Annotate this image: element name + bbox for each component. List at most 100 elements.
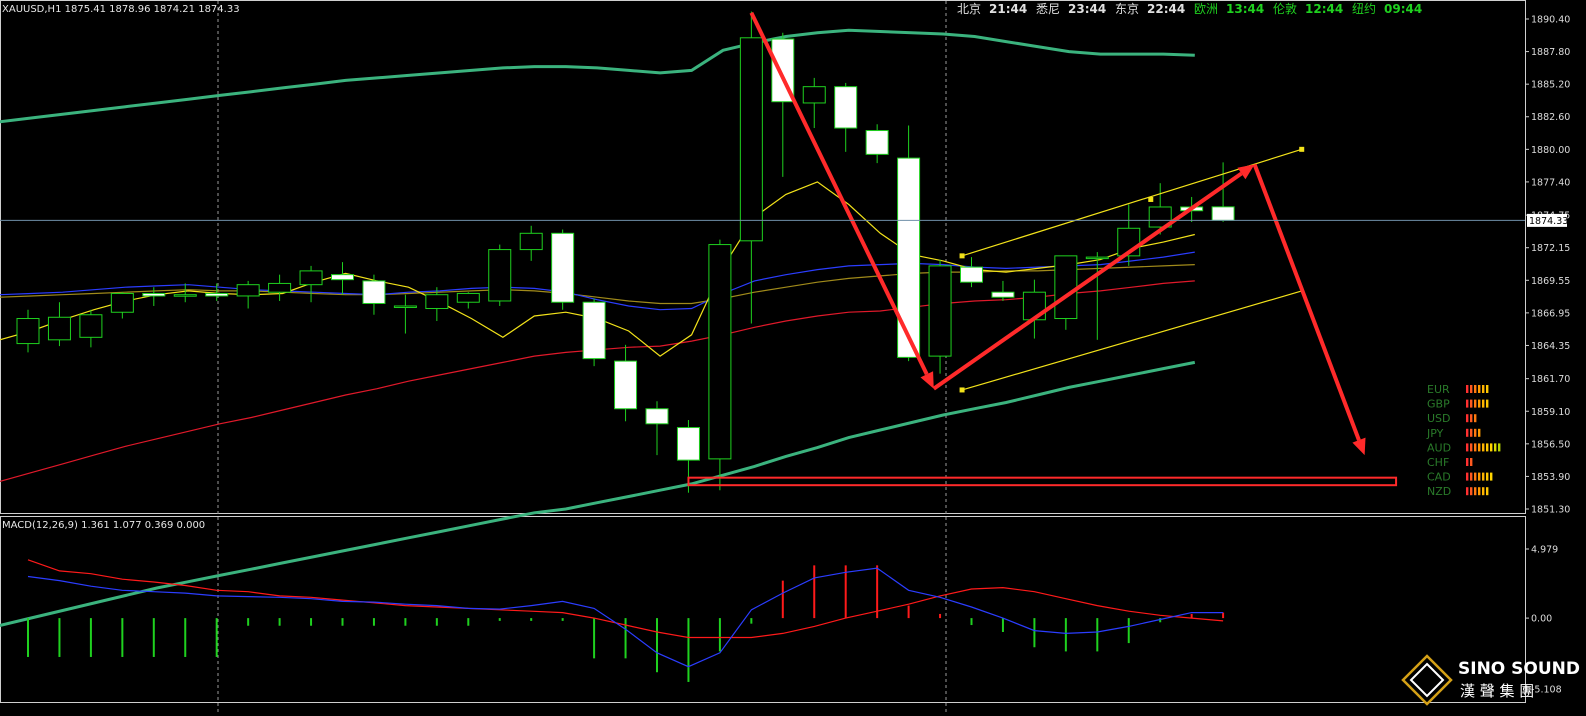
currency-code: JPY: [1426, 427, 1444, 440]
bollinger-upper-line: [0, 28, 1195, 124]
macd-pane-frame: [0, 516, 1526, 703]
session-time: 21:44: [989, 2, 1027, 16]
session-city: 东京: [1115, 2, 1139, 16]
candle-body: [110, 292, 134, 313]
current-price-label: 1874.33: [1529, 216, 1568, 227]
price-axis-label: 1869.55: [1531, 276, 1570, 287]
candle: [991, 280, 1015, 301]
candle: [802, 77, 826, 129]
candle: [614, 344, 638, 422]
candle: [519, 225, 543, 261]
session-time: 13:44: [1226, 2, 1264, 16]
strength-bar: [1466, 458, 1469, 466]
candle: [739, 11, 763, 324]
strength-bar: [1466, 428, 1469, 437]
candle: [16, 309, 40, 353]
strength-bar: [1470, 428, 1473, 437]
candle: [834, 82, 858, 152]
candle-body: [456, 292, 480, 303]
strength-bar: [1474, 487, 1477, 496]
session-time: 09:44: [1384, 2, 1422, 16]
candle-body: [205, 292, 229, 297]
strength-bar: [1486, 472, 1489, 481]
chart-canvas: 1890.40 1887.80 1885.20 1882.60 1880.00 1877.…: [0, 0, 1580, 712]
session-clocks: 北京 21:44 悉尼 23:44 东京 22:44 欧洲 13:44 伦敦 1…: [957, 1, 1422, 16]
candle: [928, 259, 952, 374]
candle-body: [519, 232, 543, 251]
strength-bar: [1466, 443, 1469, 452]
price-axis-label: 1882.60: [1531, 112, 1570, 123]
price-axis-label: 1877.40: [1531, 177, 1570, 188]
strength-bar: [1490, 443, 1493, 452]
strength-bar: [1470, 443, 1473, 452]
price-axis-label: 1880.00: [1531, 145, 1570, 156]
strength-bar: [1486, 385, 1489, 393]
price-axis-label: 1885.20: [1531, 80, 1570, 91]
strength-bar: [1486, 443, 1489, 452]
candle: [79, 309, 103, 348]
macd-axis-label: 0.00: [1531, 614, 1552, 625]
price-axis-label: 1890.40: [1531, 15, 1570, 26]
strength-bar: [1478, 472, 1481, 481]
price-axis-label: 1872.15: [1531, 243, 1570, 254]
candle: [488, 244, 512, 306]
candle: [331, 262, 354, 295]
candle-body: [268, 282, 292, 293]
strength-bar: [1466, 399, 1469, 408]
candle: [708, 239, 732, 491]
strength-bar: [1494, 443, 1497, 452]
candle: [1022, 279, 1046, 339]
candle-body: [551, 232, 575, 303]
candle-body: [236, 284, 260, 297]
candle: [865, 124, 889, 164]
logo-cn-name: 漢 聲 集 團: [1460, 682, 1534, 700]
price-axis-label: 1853.90: [1531, 472, 1570, 483]
candle: [771, 32, 795, 177]
candle: [897, 125, 921, 362]
candle: [299, 265, 323, 303]
macd-axis-label: -5.108: [1531, 685, 1562, 696]
strength-bar: [1482, 399, 1485, 408]
currency-code: AUD: [1427, 441, 1451, 454]
candle-body: [331, 274, 354, 281]
session-time: 22:44: [1147, 2, 1185, 16]
trend-arrow-head-icon: [1237, 164, 1255, 180]
strength-bar: [1474, 385, 1477, 393]
currency-code: GBP: [1427, 398, 1450, 411]
price-axis-label: 1861.70: [1531, 374, 1570, 385]
candle-body: [960, 266, 983, 283]
currency-strength-meter: EUR GBPUSD JPYAUD CHF CADNZD: [1426, 383, 1501, 498]
candle-body: [1054, 255, 1078, 320]
strength-bar: [1478, 443, 1481, 452]
session-city: 纽约: [1352, 1, 1376, 16]
symbol-info: XAUUSD,H1 1875.41 1878.96 1874.21 1874.3…: [2, 4, 240, 15]
strength-bar: [1482, 443, 1485, 452]
candle: [582, 298, 606, 367]
strength-bar: [1470, 385, 1473, 393]
strength-bar: [1466, 472, 1469, 481]
candle: [110, 292, 134, 319]
candle-body: [393, 305, 417, 308]
trading-chart: 1890.40 1887.80 1885.20 1882.60 1880.00 1877.…: [0, 0, 1586, 712]
candle-body: [708, 244, 732, 460]
strength-bar: [1486, 487, 1489, 496]
price-axis-label: 1851.30: [1531, 505, 1570, 516]
ma-blue-line: [0, 251, 1195, 311]
candle: [236, 280, 260, 309]
candle: [362, 274, 386, 315]
candle-body: [79, 314, 103, 338]
candle-body: [1211, 206, 1235, 221]
candle-body: [897, 157, 921, 358]
bollinger-lower-line: [0, 360, 1196, 627]
candle-body: [582, 301, 606, 360]
price-axis-label: 1887.80: [1531, 47, 1570, 58]
strength-bar: [1474, 443, 1477, 452]
candle-body: [1085, 256, 1109, 260]
candle-body: [16, 318, 40, 345]
session-city: 北京: [957, 2, 981, 16]
candle-body: [142, 292, 166, 297]
session-city: 悉尼: [1036, 2, 1060, 16]
currency-code: CAD: [1427, 471, 1451, 484]
price-axis-label: 1864.35: [1531, 341, 1570, 352]
candle: [268, 274, 292, 301]
